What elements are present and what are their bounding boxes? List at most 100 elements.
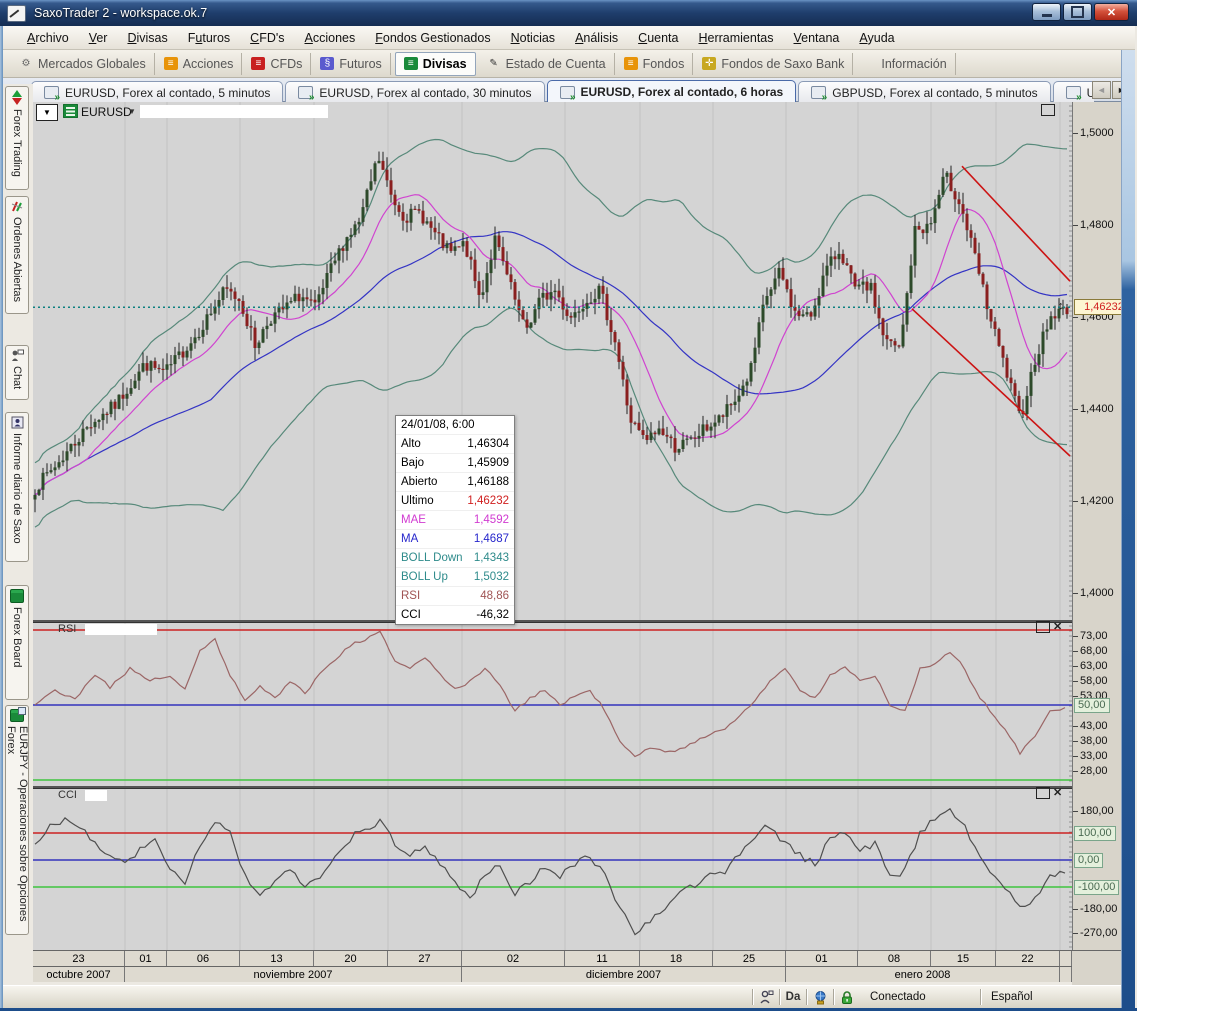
cci-panel-divider[interactable] — [33, 786, 1121, 788]
cci-panel-label: CCI — [58, 789, 77, 801]
vertical-scrollbar[interactable] — [1121, 50, 1135, 1008]
tooltip-row: Alto 1,46304 — [396, 434, 514, 453]
menu-acciones[interactable]: Acciones — [295, 28, 366, 48]
menu-futuros[interactable]: Futuros — [178, 28, 240, 48]
sidebar: Forex Trading Ordenes Abiertas Chat Info… — [3, 84, 33, 983]
minimize-button[interactable] — [1032, 3, 1061, 21]
toolbar: ⚙ Mercados Globales ≡ Acciones ≡ CFDs § … — [3, 50, 1135, 78]
sidebar-chat[interactable]: Chat — [5, 345, 29, 400]
title-bar[interactable]: SaxoTrader 2 - workspace.ok.7 ✕ — [0, 0, 1137, 26]
menu-divisas[interactable]: Divisas — [117, 28, 177, 48]
chart-dropdown-button[interactable]: ▼ — [36, 104, 58, 121]
person-status-icon — [753, 990, 779, 1004]
menu-ventana[interactable]: Ventana — [784, 28, 850, 48]
close-button[interactable]: ✕ — [1094, 3, 1129, 21]
month-cell: enero 2008 — [786, 967, 1060, 982]
toolbar-futuros[interactable]: § Futuros — [312, 53, 390, 75]
price-tick: 1,4800 — [1080, 219, 1114, 231]
tooltip-row-label: Alto — [401, 438, 421, 450]
tooltip-row-value: 1,46188 — [467, 476, 509, 488]
sidebar-eurjpy-opciones[interactable]: EURJPY - Operaciones sobre Opciones Fore… — [5, 705, 29, 935]
minimize-icon — [1042, 14, 1052, 17]
date-axis-months: octubre 2007noviembre 2007diciembre 2007… — [33, 966, 1072, 982]
cci-level-badge: 100,00 — [1074, 826, 1116, 841]
cci-chart[interactable] — [33, 788, 1072, 950]
menu-noticias[interactable]: Noticias — [501, 28, 565, 48]
sidebar-informe-diario[interactable]: Informe diario de Saxo — [5, 412, 29, 562]
day-cell — [1060, 951, 1072, 966]
rsi-tick: 43,00 — [1080, 720, 1108, 732]
tab-scroll-left-button[interactable]: ◄ — [1092, 81, 1111, 99]
value-axis: 1,50001,48001,46001,44001,42001,400073,0… — [1072, 102, 1121, 950]
menu-analisis[interactable]: Análisis — [565, 28, 628, 48]
toolbar-button-label: Fondos de Saxo Bank — [721, 57, 844, 71]
toolbar-acciones[interactable]: ≡ Acciones — [156, 53, 243, 75]
close-rsi-button[interactable]: ✕ — [1053, 622, 1062, 632]
tab-eurusd-6h[interactable]: EURUSD, Forex al contado, 6 horas — [547, 80, 797, 102]
network-icon — [807, 990, 833, 1005]
rsi-input[interactable] — [85, 624, 157, 635]
connection-status: Conectado — [860, 991, 980, 1003]
toolbar-cfds[interactable]: ≡ CFDs — [243, 53, 311, 75]
day-cell: 23 — [33, 951, 125, 966]
tooltip-row-label: MA — [401, 533, 418, 545]
month-cell: octubre 2007 — [33, 967, 125, 982]
tab-label: EURUSD, Forex al contado, 5 minutos — [65, 86, 270, 100]
tab-eurusd-30min[interactable]: EURUSD, Forex al contado, 30 minutos — [285, 81, 544, 102]
day-cell: 02 — [462, 951, 565, 966]
maximize-button[interactable] — [1063, 3, 1092, 21]
toolbar-fondos-saxo-bank[interactable]: ✛ Fondos de Saxo Bank — [694, 53, 853, 75]
menu-cfds[interactable]: CFD's — [240, 28, 294, 48]
day-cell: 20 — [314, 951, 388, 966]
instrument-label[interactable]: EURUSD — [81, 105, 132, 119]
month-cell: diciembre 2007 — [462, 967, 786, 982]
rsi-chart[interactable] — [33, 622, 1072, 786]
menu-fondos-gestionados[interactable]: Fondos Gestionados — [365, 28, 500, 48]
sidebar-forex-trading[interactable]: Forex Trading — [5, 86, 29, 190]
menu-cuenta[interactable]: Cuenta — [628, 28, 688, 48]
toolbar-divisas[interactable]: ≡ Divisas — [395, 52, 476, 76]
chart-plot[interactable] — [33, 102, 1072, 950]
menu-ver[interactable]: Ver — [79, 28, 118, 48]
toolbar-mercados-globales[interactable]: ⚙ Mercados Globales — [11, 53, 155, 75]
tooltip-row: MA 1,4687 — [396, 529, 514, 548]
tab-usdjpy[interactable]: USDJPY, Fore — [1053, 81, 1094, 102]
restore-rsi-button[interactable] — [1036, 621, 1050, 633]
cci-tick: -180,00 — [1080, 903, 1117, 915]
tab-gbpusd-5min[interactable]: GBPUSD, Forex al contado, 5 minutos — [798, 81, 1050, 102]
rsi-tick: 58,00 — [1080, 675, 1108, 687]
toolbar-estado-de-cuenta[interactable]: ✎ Estado de Cuenta — [479, 53, 615, 75]
rsi-panel-label: RSI — [58, 623, 76, 635]
rsi-panel-divider[interactable] — [33, 620, 1121, 622]
sidebar-forex-board[interactable]: Forex Board — [5, 585, 29, 700]
price-chart-controls — [1041, 104, 1055, 116]
price-chart[interactable] — [33, 102, 1072, 620]
doc-icon: ≡ — [624, 57, 638, 70]
tooltip-row: CCI -46,32 — [396, 605, 514, 624]
instrument-caret-icon: ▼ — [128, 107, 136, 116]
tab-strip: EURUSD, Forex al contado, 5 minutos EURU… — [3, 78, 1135, 102]
close-cci-button[interactable]: ✕ — [1053, 788, 1062, 798]
tab-label: EURUSD, Forex al contado, 30 minutos — [319, 86, 531, 100]
symbol-input[interactable] — [140, 105, 328, 118]
language-indicator: Español — [981, 991, 1119, 1003]
toolbar-informacion[interactable]: Información — [854, 53, 955, 75]
tooltip-rows: Alto 1,46304 Bajo 1,45909 Abierto 1,4618… — [396, 434, 514, 624]
menu-ayuda[interactable]: Ayuda — [849, 28, 904, 48]
data-feed-icon: Da — [780, 991, 806, 1003]
month-cell — [1060, 967, 1072, 982]
chart-document-icon — [44, 86, 59, 99]
tab-eurusd-5min[interactable]: EURUSD, Forex al contado, 5 minutos — [31, 81, 283, 102]
tooltip-row: Bajo 1,45909 — [396, 453, 514, 472]
cci-input[interactable] — [85, 790, 107, 801]
sidebar-ordenes-abiertas[interactable]: Ordenes Abiertas — [5, 196, 29, 314]
restore-chart-button[interactable] — [1041, 104, 1055, 116]
daily-report-icon — [11, 416, 24, 429]
tooltip-row-value: 1,4343 — [474, 552, 509, 564]
tooltip-row-value: 1,4592 — [474, 514, 509, 526]
restore-cci-button[interactable] — [1036, 787, 1050, 799]
menu-archivo[interactable]: Archivo — [17, 28, 79, 48]
tooltip-row-label: CCI — [401, 609, 421, 621]
toolbar-fondos[interactable]: ≡ Fondos — [616, 53, 694, 75]
menu-herramientas[interactable]: Herramientas — [688, 28, 783, 48]
